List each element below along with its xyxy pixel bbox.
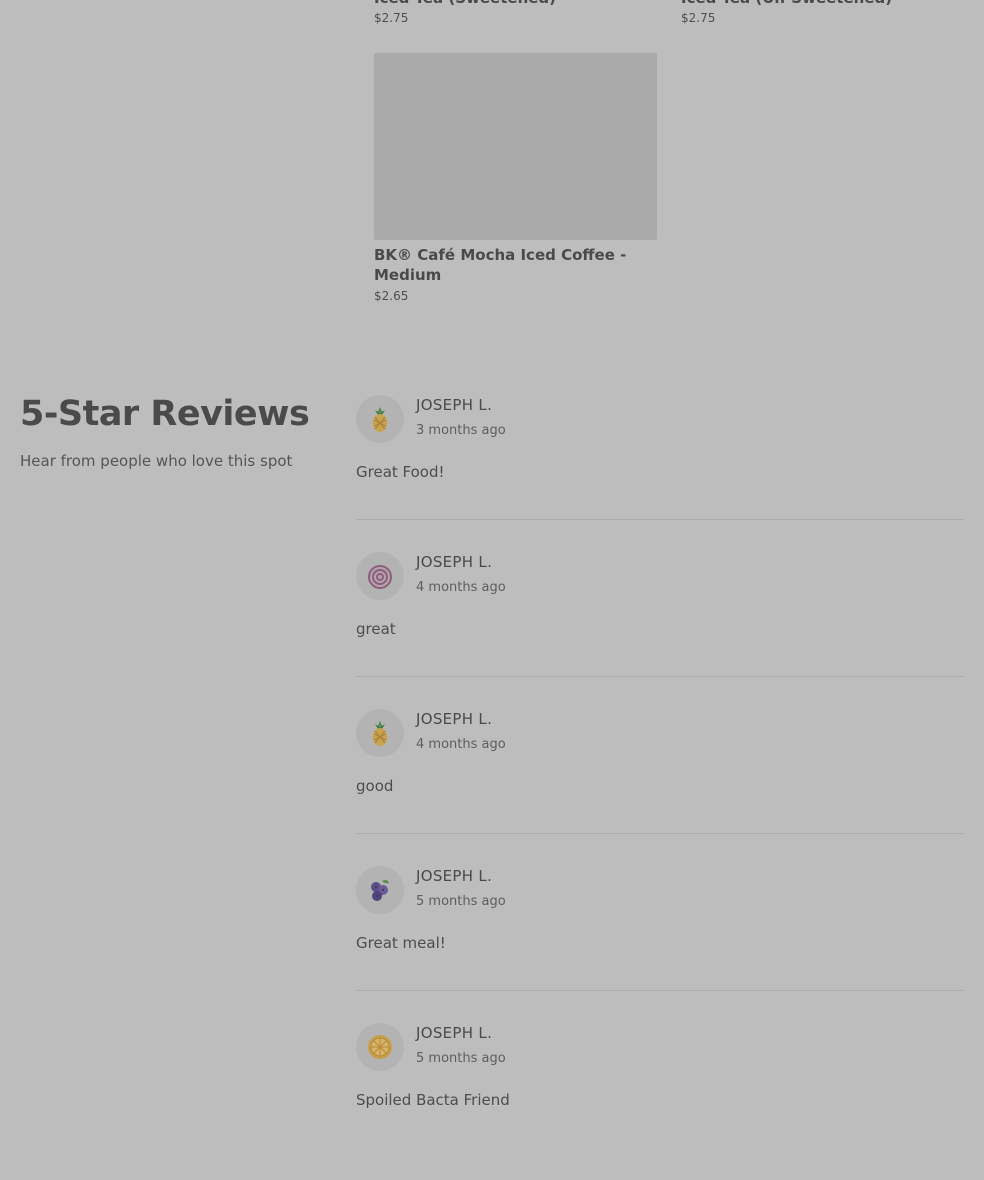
reviewer-name: JOSEPH L. [416,1024,493,1042]
review-item: JOSEPH L. 3 months ago Great Food! [356,395,964,552]
product-image[interactable] [374,53,657,240]
review-text: great [356,620,396,638]
divider [356,990,964,991]
review-text: Spoiled Bacta Friend [356,1091,510,1109]
blueberry-icon [371,879,389,901]
review-item: JOSEPH L. 4 months ago great [356,552,964,709]
review-date: 4 months ago [416,580,506,595]
pineapple-icon [373,721,387,746]
reviewer-name: JOSEPH L. [416,553,493,571]
product-name[interactable]: BK® Café Mocha Iced Coffee - Medium [374,245,644,285]
avatar [356,1023,404,1071]
avatar [356,395,404,443]
review-date: 3 months ago [416,423,506,438]
reviews-subtitle: Hear from people who love this spot [20,452,293,470]
divider [356,833,964,834]
review-date: 4 months ago [416,737,506,752]
product-name[interactable]: Iced Tea (Sweetened) [374,0,556,8]
review-text: Great Food! [356,463,445,481]
avatar [356,552,404,600]
review-date: 5 months ago [416,1051,506,1066]
product-price: $2.75 [681,11,716,25]
review-text: Great meal! [356,934,446,952]
reviewer-name: JOSEPH L. [416,710,493,728]
reviewer-name: JOSEPH L. [416,396,493,414]
product-price: $2.75 [374,11,409,25]
reviewer-name: JOSEPH L. [416,867,493,885]
orange-slice-icon [368,1035,392,1059]
page: Iced Tea (Sweetened) $2.75 Iced Tea (Un-… [0,0,984,1109]
review-date: 5 months ago [416,894,506,909]
divider [356,519,964,520]
avatar [356,709,404,757]
product-name[interactable]: Iced Tea (Un-Sweetened) [681,0,892,8]
avatar [356,866,404,914]
review-item: JOSEPH L. 5 months ago Great meal! [356,866,964,1023]
reviews-title: 5-Star Reviews [20,394,310,434]
pineapple-icon [373,407,387,432]
product-price: $2.65 [374,289,409,303]
onion-icon [368,565,392,589]
divider [356,676,964,677]
review-item: JOSEPH L. 4 months ago good [356,709,964,866]
review-text: good [356,777,394,795]
review-item: JOSEPH L. 5 months ago Spoiled Bacta Fri… [356,1023,964,1180]
